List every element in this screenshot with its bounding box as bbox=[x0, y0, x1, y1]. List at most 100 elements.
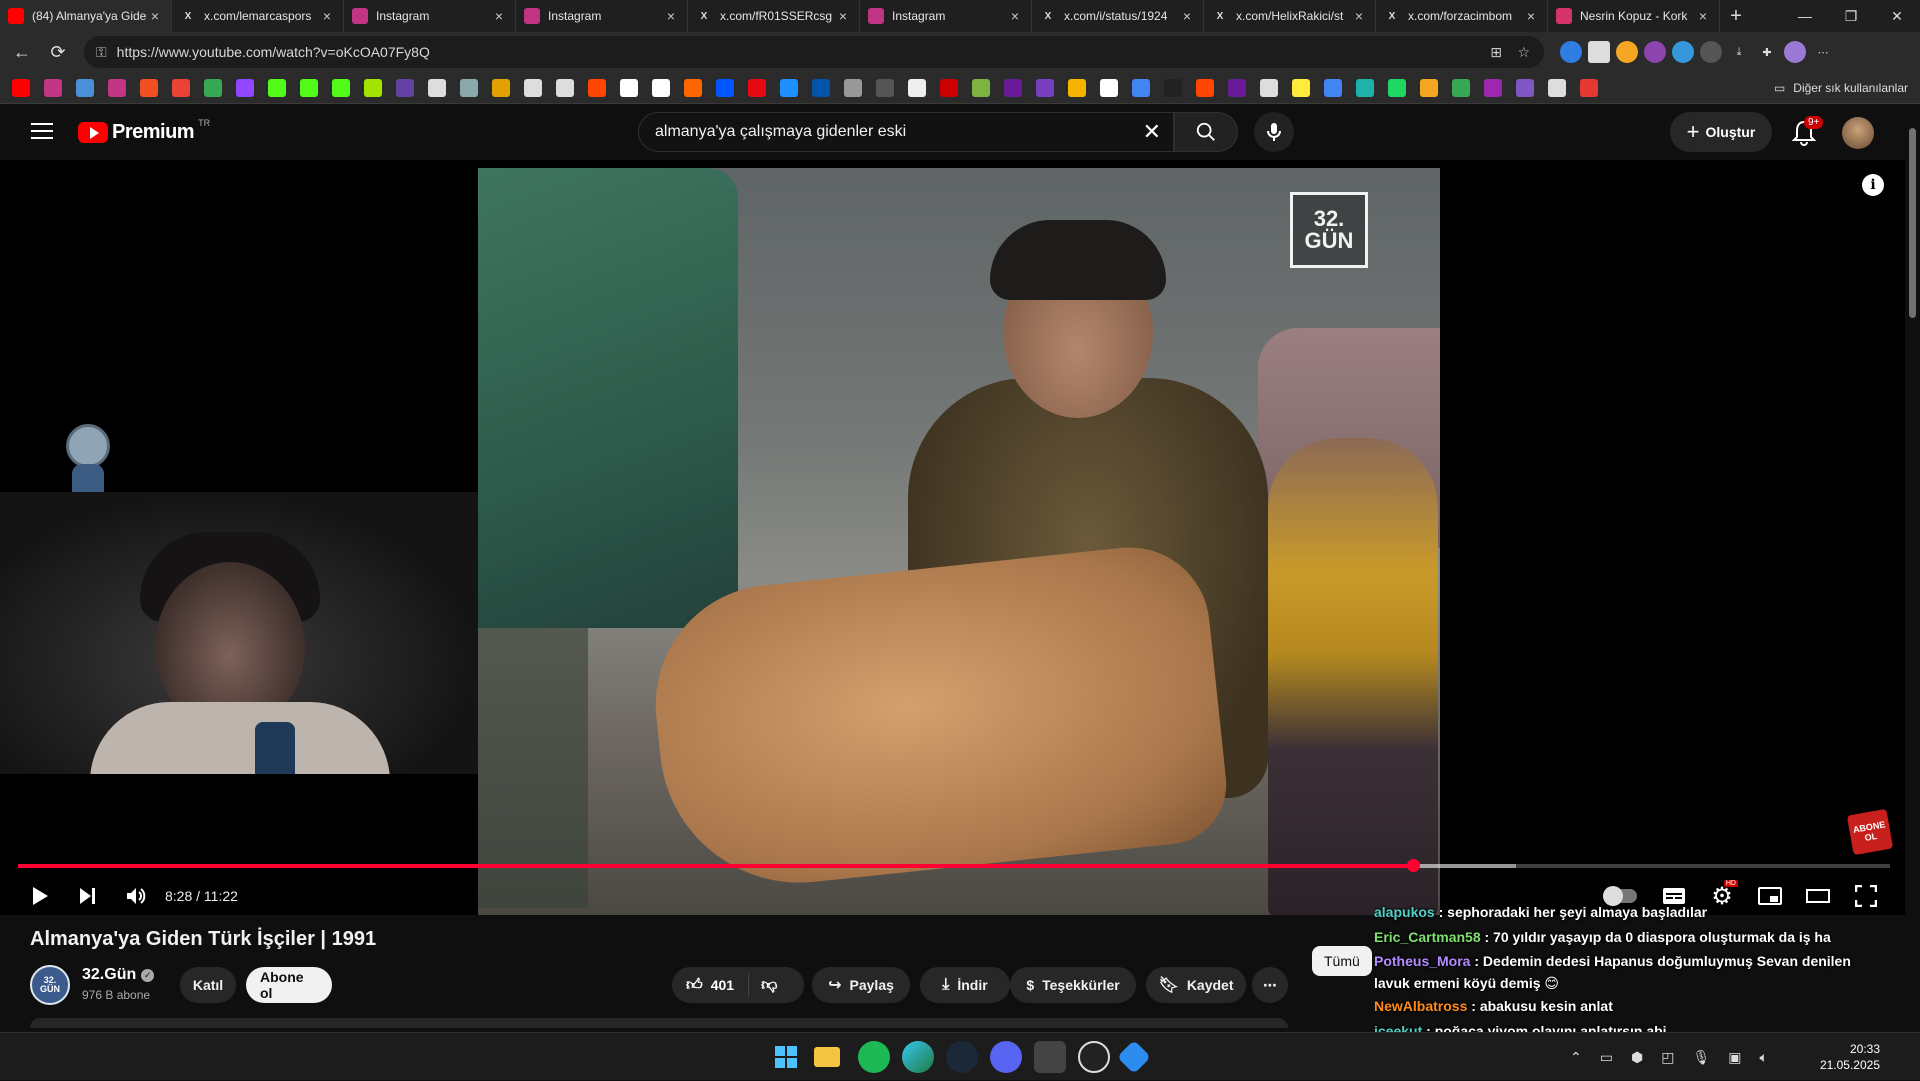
scrollbar-thumb[interactable] bbox=[1909, 128, 1916, 318]
game-app-icon[interactable] bbox=[1034, 1041, 1066, 1073]
browser-tab[interactable]: Xx.com/i/status/1924 × bbox=[1032, 0, 1204, 32]
bookmark-favicon-icon[interactable] bbox=[684, 78, 702, 97]
taskbar-clock[interactable]: 20:33 21.05.2025 bbox=[1816, 1041, 1880, 1073]
bookmark-favicon-icon[interactable] bbox=[652, 78, 670, 97]
download-icon[interactable]: ⤓ bbox=[1728, 41, 1750, 63]
bookmark-favicon-icon[interactable] bbox=[748, 78, 766, 97]
bookmark-favicon-icon[interactable] bbox=[140, 78, 158, 97]
bookmark-favicon-icon[interactable] bbox=[492, 78, 510, 97]
browser-tab[interactable]: Xx.com/HelixRakici/st × bbox=[1204, 0, 1376, 32]
close-window-icon[interactable]: ✕ bbox=[1874, 0, 1920, 32]
bookmark-favicon-icon[interactable] bbox=[428, 78, 446, 97]
spotify-icon[interactable] bbox=[858, 1041, 890, 1073]
bookmark-favicon-icon[interactable] bbox=[236, 78, 254, 97]
bookmark-favicon-icon[interactable] bbox=[1004, 78, 1022, 97]
bookmark-favicon-icon[interactable] bbox=[1260, 78, 1278, 97]
scrubber-handle[interactable] bbox=[1406, 859, 1420, 872]
extension-icon[interactable] bbox=[1588, 41, 1610, 63]
bookmark-favicon-icon[interactable] bbox=[1100, 78, 1118, 97]
extensions-puzzle-icon[interactable]: ✚ bbox=[1756, 41, 1778, 63]
extension-icon[interactable] bbox=[1672, 41, 1694, 63]
close-tab-icon[interactable]: × bbox=[1007, 8, 1023, 24]
restore-icon[interactable]: ❐ bbox=[1828, 0, 1874, 32]
browser-tab[interactable]: Xx.com/fR01SSERcsg × bbox=[688, 0, 860, 32]
bookmark-favicon-icon[interactable] bbox=[524, 78, 542, 97]
close-tab-icon[interactable]: × bbox=[1695, 8, 1711, 24]
microphone-tray-icon[interactable]: 🎙︎ bbox=[1692, 1049, 1710, 1066]
close-tab-icon[interactable]: × bbox=[491, 8, 507, 24]
bookmark-favicon-icon[interactable] bbox=[1164, 78, 1182, 97]
bookmark-favicon-icon[interactable] bbox=[396, 78, 414, 97]
bookmark-favicon-icon[interactable] bbox=[780, 78, 798, 97]
browser-tab[interactable]: Nesrin Kopuz - Kork × bbox=[1548, 0, 1720, 32]
bookmark-favicon-icon[interactable] bbox=[812, 78, 830, 97]
steam-icon[interactable] bbox=[946, 1041, 978, 1073]
channel-watermark[interactable]: 32. GÜN bbox=[1290, 192, 1368, 268]
close-tab-icon[interactable]: × bbox=[1523, 8, 1539, 24]
video-frame[interactable]: 32. GÜN bbox=[478, 168, 1440, 915]
bookmark-favicon-icon[interactable] bbox=[908, 78, 926, 97]
browser-tab[interactable]: Instagram × bbox=[860, 0, 1032, 32]
video-player[interactable]: 32. GÜN i ABONE OL 8:28 / 11:22 ⚙ HD bbox=[0, 160, 1905, 915]
bookmark-favicon-icon[interactable] bbox=[940, 78, 958, 97]
edge-icon[interactable] bbox=[902, 1041, 934, 1073]
more-menu-icon[interactable]: ⋯ bbox=[1812, 41, 1834, 63]
extension-icon[interactable] bbox=[1616, 41, 1638, 63]
battery-icon[interactable]: ▭ bbox=[1600, 1049, 1613, 1066]
bookmark-favicon-icon[interactable] bbox=[1388, 78, 1406, 97]
bookmark-favicon-icon[interactable] bbox=[972, 78, 990, 97]
bookmark-favicon-icon[interactable] bbox=[844, 78, 862, 97]
subscribe-button[interactable]: Abone ol bbox=[246, 967, 332, 1003]
bookmark-favicon-icon[interactable] bbox=[1484, 78, 1502, 97]
clear-search-icon[interactable]: ✕ bbox=[1143, 119, 1161, 145]
browser-tab[interactable]: Instagram × bbox=[516, 0, 688, 32]
bookmark-favicon-icon[interactable] bbox=[1516, 78, 1534, 97]
bookmark-favicon-icon[interactable] bbox=[204, 78, 222, 97]
search-input[interactable]: almanya'ya çalışmaya gidenler eski ✕ bbox=[638, 112, 1174, 152]
bookmark-favicon-icon[interactable] bbox=[588, 78, 606, 97]
create-button[interactable]: + Oluştur bbox=[1670, 112, 1772, 152]
bookmark-favicon-icon[interactable] bbox=[1292, 78, 1310, 97]
new-tab-icon[interactable]: + bbox=[1720, 5, 1752, 28]
extension-icon[interactable] bbox=[1644, 41, 1666, 63]
filter-chip-all[interactable]: Tümü bbox=[1312, 946, 1372, 976]
other-bookmarks[interactable]: ▭ Diğer sık kullanılanlar bbox=[1774, 72, 1908, 104]
chevron-up-icon[interactable]: ⌃ bbox=[1570, 1049, 1582, 1066]
bookmark-favicon-icon[interactable] bbox=[1580, 78, 1598, 97]
bookmark-favicon-icon[interactable] bbox=[12, 78, 30, 97]
info-icon[interactable]: i bbox=[1862, 174, 1884, 196]
like-button[interactable]: 👍︎ 401 bbox=[672, 973, 750, 997]
volume-tray-icon[interactable]: 🔈︎ bbox=[1759, 1049, 1767, 1066]
favorite-star-icon[interactable]: ☆ bbox=[1517, 44, 1530, 61]
tray-app-icon[interactable]: ⬢ bbox=[1631, 1049, 1643, 1066]
bookmark-favicon-icon[interactable] bbox=[1196, 78, 1214, 97]
bookmark-favicon-icon[interactable] bbox=[1228, 78, 1246, 97]
address-bar[interactable]: ⚿ https://www.youtube.com/watch?v=oKcOA0… bbox=[84, 36, 1544, 68]
back-icon[interactable]: ← bbox=[4, 34, 40, 70]
bookmark-favicon-icon[interactable] bbox=[268, 78, 286, 97]
search-button[interactable] bbox=[1174, 112, 1238, 152]
bookmark-favicon-icon[interactable] bbox=[556, 78, 574, 97]
extension-icon[interactable] bbox=[1700, 41, 1722, 63]
bookmark-favicon-icon[interactable] bbox=[44, 78, 62, 97]
save-button[interactable]: 🔖︎ Kaydet bbox=[1146, 967, 1246, 1003]
file-explorer-icon[interactable] bbox=[814, 1047, 840, 1067]
bookmark-favicon-icon[interactable] bbox=[1356, 78, 1374, 97]
bookmark-favicon-icon[interactable] bbox=[300, 78, 318, 97]
download-button[interactable]: ⤓ İndir bbox=[920, 967, 1010, 1003]
app-icon[interactable] bbox=[1117, 1040, 1151, 1074]
bookmark-favicon-icon[interactable] bbox=[1452, 78, 1470, 97]
play-button[interactable] bbox=[20, 876, 60, 915]
app-install-icon[interactable]: ⊞ bbox=[1490, 44, 1502, 61]
bookmark-favicon-icon[interactable] bbox=[108, 78, 126, 97]
obs-icon[interactable] bbox=[1078, 1041, 1110, 1073]
extension-icon[interactable] bbox=[1560, 41, 1582, 63]
bookmark-favicon-icon[interactable] bbox=[1324, 78, 1342, 97]
bookmark-favicon-icon[interactable] bbox=[1068, 78, 1086, 97]
start-icon[interactable] bbox=[770, 1041, 802, 1073]
bookmark-favicon-icon[interactable] bbox=[172, 78, 190, 97]
bookmark-favicon-icon[interactable] bbox=[1420, 78, 1438, 97]
progress-bar[interactable] bbox=[18, 859, 1890, 872]
browser-tab[interactable]: Instagram × bbox=[344, 0, 516, 32]
bookmark-favicon-icon[interactable] bbox=[1548, 78, 1566, 97]
